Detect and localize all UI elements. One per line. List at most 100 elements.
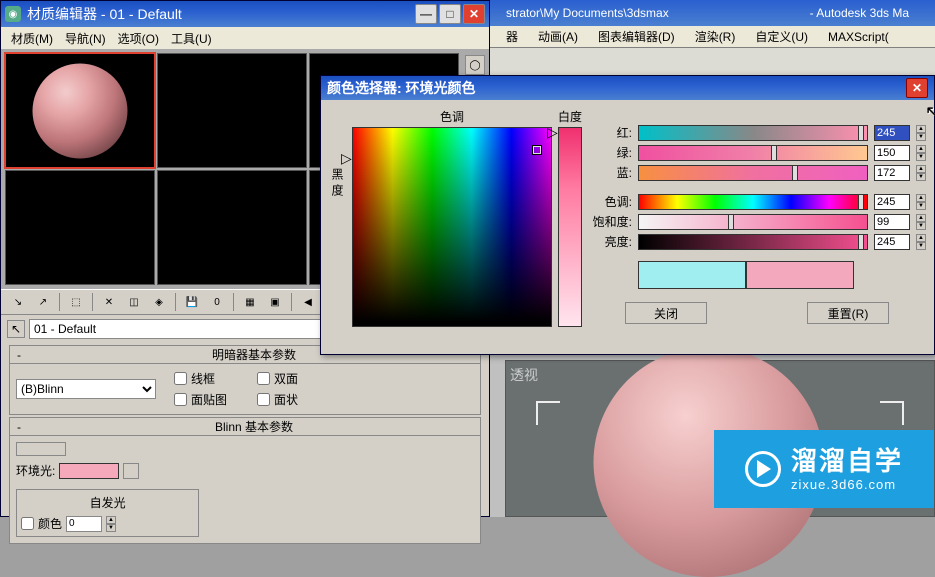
close-button[interactable]: ✕ (906, 78, 928, 98)
bracket-icon (536, 401, 560, 425)
spinner-buttons[interactable]: ▲▼ (106, 516, 116, 532)
spinner-buttons[interactable]: ▲▼ (916, 125, 926, 141)
show-end-result-icon[interactable]: ▣ (264, 292, 286, 312)
close-button[interactable]: ✕ (463, 4, 485, 24)
lock-icon[interactable] (16, 442, 66, 456)
lock-toggle-icon[interactable] (123, 463, 139, 479)
pick-material-icon[interactable]: ↖ (7, 320, 25, 338)
watermark-url: zixue.3d66.com (791, 477, 903, 493)
assign-to-selection-icon[interactable]: ⬚ (65, 292, 87, 312)
blue-value[interactable]: 172 (874, 165, 910, 181)
get-material-icon[interactable]: ↘ (7, 292, 29, 312)
color-selector-dialog: 颜色选择器: 环境光颜色 ✕ ↖ 黑度 色调 ▷ 白度 ▷ 红:245▲▼ 绿:… (320, 75, 935, 355)
sample-slot-2[interactable] (157, 53, 307, 168)
green-slider[interactable] (638, 145, 868, 161)
two-sided-checkbox[interactable]: 双面 (257, 370, 298, 387)
value-slider[interactable] (638, 234, 868, 250)
menu-item[interactable]: 图表编辑器(D) (592, 26, 681, 47)
sample-type-icon[interactable]: ◯ (465, 55, 485, 75)
perspective-viewport[interactable]: 透视 溜溜自学 zixue.3d66.com (505, 360, 935, 517)
new-color-swatch[interactable] (746, 261, 854, 289)
face-map-checkbox[interactable]: 面贴图 (174, 391, 227, 408)
color-marker-icon (533, 146, 541, 154)
put-to-library-icon[interactable]: 💾 (181, 292, 203, 312)
hue-label: 色调 (440, 108, 464, 125)
close-button[interactable]: 关闭 (625, 302, 707, 324)
menu-options[interactable]: 选项(O) (114, 29, 163, 48)
spinner-buttons[interactable]: ▲▼ (916, 214, 926, 230)
green-value[interactable]: 150 (874, 145, 910, 161)
sat-label: 饱和度: (588, 213, 632, 230)
play-icon (745, 451, 781, 487)
self-illumination-group: 自发光 颜色 0 ▲▼ (16, 489, 199, 537)
make-unique-icon[interactable]: ◈ (148, 292, 170, 312)
spinner-buttons[interactable]: ▲▼ (916, 194, 926, 210)
self-illum-color-checkbox[interactable]: 颜色 0 ▲▼ (21, 515, 194, 532)
sample-slot-5[interactable] (157, 170, 307, 285)
sample-slot-4[interactable] (5, 170, 155, 285)
blinn-params-rollout: - Blinn 基本参数 环境光: 自发光 颜色 0 ▲▼ (9, 417, 481, 544)
menu-item[interactable]: 自定义(U) (749, 26, 814, 47)
make-copy-icon[interactable]: ◫ (123, 292, 145, 312)
faceted-checkbox[interactable]: 面状 (257, 391, 298, 408)
title-app: - Autodesk 3ds Ma (790, 6, 929, 20)
hue-label2: 色调: (588, 193, 632, 210)
red-value[interactable]: 245 (874, 125, 910, 141)
whiteness-slider[interactable]: ▷ (558, 127, 582, 327)
color-compare-swatches (638, 261, 926, 289)
hue-value[interactable]: 245 (874, 194, 910, 210)
spinner-buttons[interactable]: ▲▼ (916, 234, 926, 250)
hue-slider[interactable] (638, 194, 868, 210)
whiteness-label: 白度 (558, 108, 582, 125)
menu-item[interactable]: MAXScript( (822, 28, 895, 46)
self-illum-value[interactable]: 0 (66, 516, 102, 532)
bracket-icon (880, 401, 904, 425)
val-label: 亮度: (588, 233, 632, 250)
color-selector-titlebar[interactable]: 颜色选择器: 环境光颜色 ✕ (321, 76, 934, 100)
maximize-button[interactable]: □ (439, 4, 461, 24)
put-to-scene-icon[interactable]: ↗ (32, 292, 54, 312)
app-icon: ◉ (5, 6, 21, 22)
material-menubar: 材质(M) 导航(N) 选项(O) 工具(U) (1, 27, 489, 49)
menu-material[interactable]: 材质(M) (7, 29, 57, 48)
material-editor-titlebar[interactable]: ◉ 材质编辑器 - 01 - Default — □ ✕ (1, 1, 489, 27)
original-color-swatch[interactable] (638, 261, 746, 289)
menu-item[interactable]: 器 (500, 26, 524, 47)
menu-utilities[interactable]: 工具(U) (167, 29, 216, 48)
red-slider[interactable] (638, 125, 868, 141)
reset-button[interactable]: 重置(R) (807, 302, 889, 324)
arrow-icon: ▷ (341, 150, 352, 167)
wire-checkbox[interactable]: 线框 (174, 370, 227, 387)
minimize-button[interactable]: — (415, 4, 437, 24)
shader-select[interactable]: (B)Blinn (16, 379, 156, 399)
spinner-buttons[interactable]: ▲▼ (916, 145, 926, 161)
shader-params-rollout: - 明暗器基本参数 (B)Blinn 线框 双面 面贴图 面状 (9, 345, 481, 415)
reset-map-icon[interactable]: ✕ (98, 292, 120, 312)
rollout-title: Blinn 基本参数 (28, 418, 480, 435)
val-value[interactable]: 245 (874, 234, 910, 250)
show-map-icon[interactable]: ▦ (239, 292, 261, 312)
self-illum-title: 自发光 (21, 494, 194, 511)
menu-navigation[interactable]: 导航(N) (61, 29, 110, 48)
hue-saturation-field[interactable]: ▷ (352, 127, 552, 327)
menu-item[interactable]: 动画(A) (532, 26, 584, 47)
window-title: 材质编辑器 - 01 - Default (25, 4, 413, 24)
green-label: 绿: (588, 144, 632, 161)
arrow-icon: ▷ (547, 124, 558, 141)
watermark: 溜溜自学 zixue.3d66.com (714, 430, 934, 508)
go-parent-icon[interactable]: ◀ (297, 292, 319, 312)
watermark-title: 溜溜自学 (791, 446, 903, 477)
dialog-title: 颜色选择器: 环境光颜色 (327, 78, 906, 98)
sat-value[interactable]: 99 (874, 214, 910, 230)
spinner-buttons[interactable]: ▲▼ (916, 165, 926, 181)
rgb-hsv-sliders: 红:245▲▼ 绿:150▲▼ 蓝:172▲▼ 色调:245▲▼ 饱和度:99▲… (588, 108, 926, 346)
saturation-slider[interactable] (638, 214, 868, 230)
collapse-icon: - (10, 348, 28, 362)
blue-slider[interactable] (638, 165, 868, 181)
menu-item[interactable]: 渲染(R) (689, 26, 742, 47)
sample-slot-1[interactable] (5, 53, 155, 168)
rollout-header[interactable]: - Blinn 基本参数 (10, 418, 480, 436)
material-id-icon[interactable]: 0 (206, 292, 228, 312)
red-label: 红: (588, 124, 632, 141)
ambient-color-swatch[interactable] (59, 463, 119, 479)
